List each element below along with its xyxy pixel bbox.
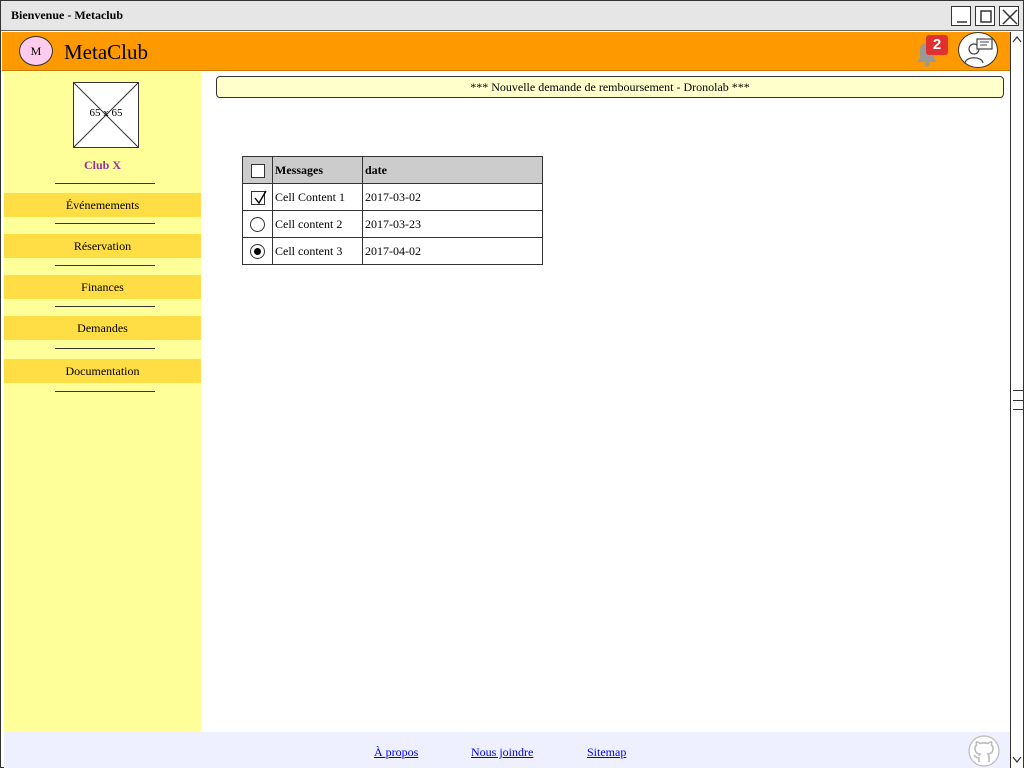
maximize-icon: [980, 10, 992, 23]
placeholder-label: 65 x 65: [89, 107, 123, 119]
sidebar-item-evenements[interactable]: Événemements: [4, 193, 201, 217]
sidebar: 65 x 65 Club X Événemements Réservation …: [4, 72, 201, 732]
select-all-checkbox[interactable]: [250, 163, 265, 178]
date-cell: 2017-03-02: [362, 183, 543, 211]
row-checkbox[interactable]: [250, 190, 267, 205]
divider: [55, 348, 155, 349]
sidebar-item-documentation[interactable]: Documentation: [4, 359, 201, 383]
footer-link-nous-joindre[interactable]: Nous joindre: [471, 745, 533, 760]
checkmark-icon: [253, 190, 267, 204]
notification-banner[interactable]: *** Nouvelle demande de remboursement - …: [216, 76, 1004, 98]
divider: [55, 183, 155, 184]
close-icon: [1002, 9, 1018, 25]
window-title: Bienvenue - Metaclub: [11, 8, 123, 22]
close-button[interactable]: [999, 6, 1019, 26]
club-image-placeholder: 65 x 65: [73, 82, 139, 148]
club-name: Club X: [83, 158, 121, 172]
row-select-cell[interactable]: [242, 183, 273, 211]
app-window: Bienvenue - Metaclub M MetaClub 2 65 x 6…: [0, 0, 1024, 768]
table-row[interactable]: Cell content 3 2017-04-02: [242, 237, 543, 265]
column-header-messages[interactable]: Messages: [272, 156, 363, 184]
brand-name: MetaClub: [64, 40, 148, 64]
divider: [55, 391, 155, 392]
minimize-icon: [957, 21, 967, 23]
footer-link-sitemap[interactable]: Sitemap: [587, 745, 626, 760]
app-header: M MetaClub 2: [2, 32, 1010, 71]
row-radio[interactable]: [250, 216, 265, 232]
vertical-scrollbar[interactable]: [1010, 32, 1023, 768]
logo[interactable]: M: [19, 36, 53, 66]
notification-badge: 2: [926, 35, 948, 55]
divider: [55, 223, 155, 224]
sidebar-item-demandes[interactable]: Demandes: [4, 316, 201, 340]
footer: À propos Nous joindre Sitemap: [4, 732, 1010, 768]
message-cell: Cell content 2: [272, 210, 363, 238]
row-select-cell[interactable]: [242, 210, 273, 238]
minimize-button[interactable]: [951, 6, 971, 26]
maximize-button[interactable]: [975, 6, 995, 26]
date-cell: 2017-04-02: [362, 237, 543, 265]
table-row[interactable]: Cell content 2 2017-03-23: [242, 210, 543, 238]
select-all-cell[interactable]: [242, 156, 273, 184]
row-radio-selected[interactable]: [250, 243, 265, 259]
column-header-date[interactable]: date: [362, 156, 543, 184]
scroll-up-icon[interactable]: [1011, 33, 1024, 46]
table-header-row: Messages date: [242, 156, 543, 184]
title-bar: Bienvenue - Metaclub: [1, 1, 1023, 31]
user-avatar-button[interactable]: [958, 32, 998, 68]
messages-table: Messages date Cell Content 1 2017-03-02 …: [242, 156, 543, 265]
divider: [55, 265, 155, 266]
github-icon[interactable]: [968, 735, 1000, 767]
scroll-down-icon[interactable]: [1011, 753, 1024, 766]
footer-link-a-propos[interactable]: À propos: [374, 745, 418, 760]
message-cell: Cell content 3: [272, 237, 363, 265]
row-select-cell[interactable]: [242, 237, 273, 265]
date-cell: 2017-03-23: [362, 210, 543, 238]
scroll-thumb[interactable]: [1013, 390, 1023, 410]
sidebar-item-finances[interactable]: Finances: [4, 275, 201, 299]
sidebar-item-reservation[interactable]: Réservation: [4, 234, 201, 258]
message-cell: Cell Content 1: [272, 183, 363, 211]
divider: [55, 306, 155, 307]
table-row[interactable]: Cell Content 1 2017-03-02: [242, 183, 543, 211]
user-chat-icon: [964, 38, 993, 64]
